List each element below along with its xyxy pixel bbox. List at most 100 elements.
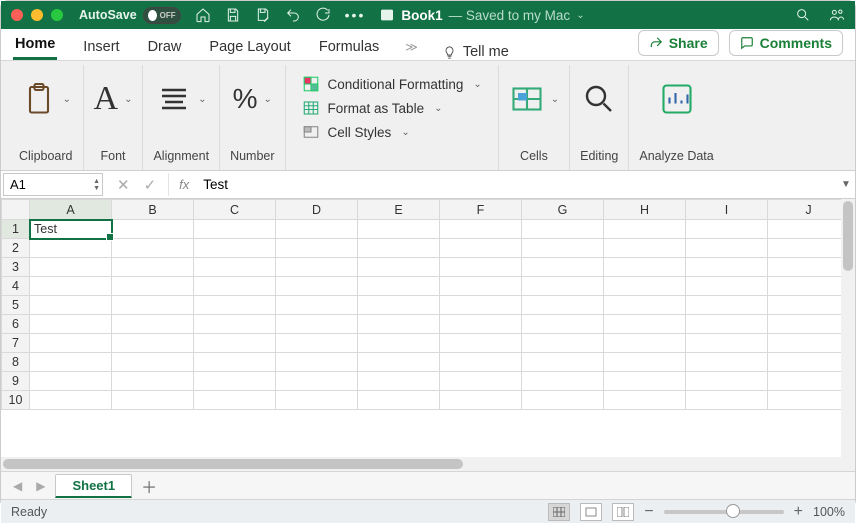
cell[interactable] [358, 353, 440, 372]
cell[interactable] [604, 391, 686, 410]
row-header-3[interactable]: 3 [2, 258, 30, 277]
cell[interactable] [768, 220, 850, 239]
cell[interactable] [522, 258, 604, 277]
cell[interactable] [440, 277, 522, 296]
cell[interactable] [276, 334, 358, 353]
fx-label[interactable]: fx [169, 171, 199, 198]
editing-button[interactable] [581, 69, 617, 129]
accept-formula-icon[interactable]: ✓ [144, 176, 157, 194]
cell[interactable] [276, 353, 358, 372]
cell[interactable] [112, 258, 194, 277]
sheet-nav-prev-icon[interactable]: ◀ [9, 479, 26, 493]
cell-styles-button[interactable]: Cell Styles ⌄ [302, 123, 482, 141]
cell[interactable] [276, 296, 358, 315]
cell[interactable] [768, 296, 850, 315]
column-header-c[interactable]: C [194, 200, 276, 220]
tab-formulas[interactable]: Formulas [317, 33, 381, 60]
column-header-j[interactable]: J [768, 200, 850, 220]
save-as-icon[interactable] [255, 7, 271, 23]
name-box[interactable]: A1 ▲▼ [3, 173, 103, 196]
view-page-layout-button[interactable] [580, 503, 602, 521]
cell[interactable] [112, 220, 194, 239]
column-header-e[interactable]: E [358, 200, 440, 220]
cell[interactable] [768, 334, 850, 353]
cell[interactable] [768, 353, 850, 372]
cell[interactable] [522, 296, 604, 315]
cell[interactable] [358, 258, 440, 277]
cell[interactable] [440, 334, 522, 353]
name-box-stepper[interactable]: ▲▼ [93, 178, 100, 192]
cell[interactable] [112, 296, 194, 315]
cell[interactable] [686, 277, 768, 296]
row-header-2[interactable]: 2 [2, 239, 30, 258]
cell[interactable] [686, 220, 768, 239]
analyze-data-button[interactable] [659, 69, 695, 129]
cell[interactable] [522, 353, 604, 372]
cell[interactable] [686, 391, 768, 410]
tab-draw[interactable]: Draw [146, 33, 184, 60]
cell[interactable] [522, 220, 604, 239]
zoom-thumb[interactable] [726, 504, 740, 518]
column-header-g[interactable]: G [522, 200, 604, 220]
column-header-f[interactable]: F [440, 200, 522, 220]
cell[interactable] [112, 391, 194, 410]
chevron-down-icon[interactable]: ⌄ [576, 10, 584, 21]
cell[interactable] [194, 334, 276, 353]
zoom-slider[interactable] [664, 510, 784, 514]
cell[interactable] [686, 258, 768, 277]
cell[interactable] [768, 315, 850, 334]
cell[interactable] [30, 258, 112, 277]
view-normal-button[interactable] [548, 503, 570, 521]
share-button[interactable]: Share [638, 30, 719, 56]
number-button[interactable]: % ⌄ [233, 69, 272, 129]
cell[interactable] [358, 239, 440, 258]
cell[interactable] [604, 315, 686, 334]
cell[interactable] [276, 277, 358, 296]
cell[interactable] [358, 391, 440, 410]
zoom-level[interactable]: 100% [813, 505, 845, 519]
cell[interactable] [686, 372, 768, 391]
cell[interactable] [194, 296, 276, 315]
cell[interactable] [768, 372, 850, 391]
tab-insert[interactable]: Insert [81, 33, 121, 60]
cell[interactable] [30, 277, 112, 296]
view-page-break-button[interactable] [612, 503, 634, 521]
cell[interactable] [686, 353, 768, 372]
cell[interactable] [604, 277, 686, 296]
cell[interactable] [522, 372, 604, 391]
cell[interactable] [358, 277, 440, 296]
cell[interactable] [440, 391, 522, 410]
expand-formula-bar-icon[interactable]: ▼ [837, 171, 855, 198]
column-header-a[interactable]: A [30, 200, 112, 220]
cell[interactable] [30, 334, 112, 353]
cell[interactable] [276, 239, 358, 258]
cell[interactable] [440, 258, 522, 277]
cell[interactable] [112, 315, 194, 334]
cell[interactable] [522, 391, 604, 410]
tabs-overflow-icon[interactable]: ≫ [405, 40, 418, 60]
cell[interactable] [194, 353, 276, 372]
column-header-i[interactable]: I [686, 200, 768, 220]
minimize-window-button[interactable] [31, 9, 43, 21]
cell[interactable] [522, 334, 604, 353]
cell[interactable] [604, 334, 686, 353]
scrollbar-thumb[interactable] [843, 201, 853, 271]
cells-button[interactable]: ⌄ [509, 69, 559, 129]
cell[interactable] [358, 296, 440, 315]
cell-a1[interactable]: Test [30, 220, 112, 239]
cell[interactable] [358, 372, 440, 391]
cell[interactable] [768, 258, 850, 277]
cell[interactable] [358, 334, 440, 353]
cell[interactable] [194, 258, 276, 277]
document-title[interactable]: Book1 — Saved to my Mac ⌄ [379, 7, 584, 23]
cell[interactable] [30, 296, 112, 315]
cell[interactable] [686, 334, 768, 353]
cell[interactable] [112, 372, 194, 391]
cell[interactable] [276, 315, 358, 334]
undo-icon[interactable] [285, 7, 301, 23]
cell[interactable] [276, 220, 358, 239]
cell[interactable] [112, 353, 194, 372]
cell[interactable] [686, 315, 768, 334]
horizontal-scrollbar[interactable] [1, 457, 855, 471]
spreadsheet-grid[interactable]: A B C D E F G H I J 1 Test 2 3 4 5 6 7 8… [1, 199, 855, 457]
